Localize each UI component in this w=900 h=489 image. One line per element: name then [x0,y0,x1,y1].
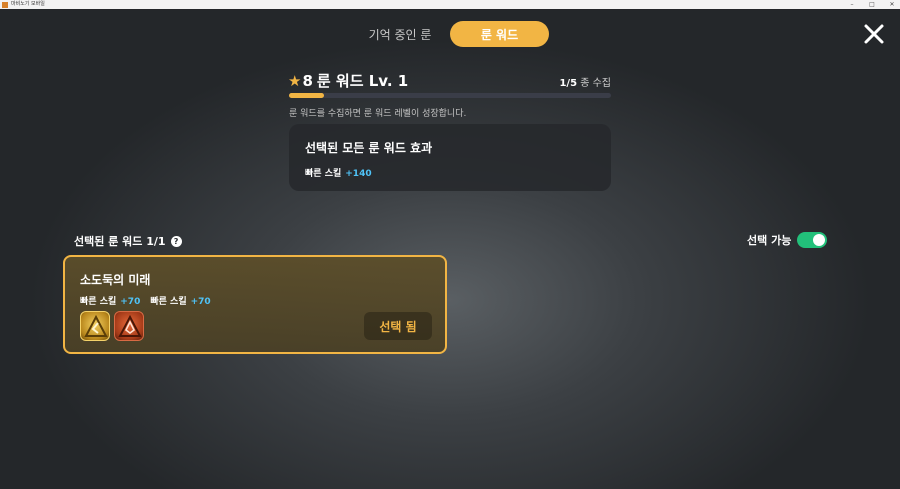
rune-stat-value: +70 [120,297,141,307]
close-button[interactable] [862,22,886,46]
level-hint: 룬 워드를 수집하면 룬 워드 레벨이 성장합니다. [289,109,467,119]
level-progress-bar [289,93,611,98]
selectable-filter: 선택 가능 [747,232,828,248]
selected-effects-panel: 선택된 모든 룬 워드 효과 빠른 스킬 +140 [289,124,611,191]
rune-stat-name: 빠른 스킬 [150,297,187,307]
collect-count-value: 1/5 [559,78,578,89]
minimize-button[interactable]: – [848,0,856,9]
effects-title: 선택된 모든 룬 워드 효과 [305,141,433,155]
rune-word-card[interactable]: 소도둑의 미래 빠른 스킬 +70 빠른 스킬 +70 선택 됨 [63,255,447,354]
rune-word-level-title: ★ 8 룬 워드 Lv. 1 [288,70,408,91]
red-rune-icon[interactable] [114,311,144,341]
rune-word-name: 소도둑의 미래 [80,273,151,287]
toggle-knob [813,234,826,246]
rune-stat-value: +70 [190,297,211,307]
maximize-button[interactable]: □ [868,0,876,9]
close-icon [864,24,884,44]
window-titlebar: 마비노기 모바일 – □ ✕ [0,0,900,9]
help-icon[interactable]: ? [170,235,182,247]
window-close-button[interactable]: ✕ [888,0,896,9]
rune-stat: 빠른 스킬 +70 [80,294,140,307]
star-icon: ★ [288,71,302,90]
effects-stat-name: 빠른 스킬 [305,169,342,179]
selected-header-label: 선택된 룬 워드 1/1 [74,235,166,248]
tab-memorized-runes[interactable]: 기억 중인 룬 [350,21,450,47]
gold-rune-icon[interactable] [80,311,110,341]
collect-count-suffix: 종 수집 [577,78,611,89]
selectable-label: 선택 가능 [747,234,792,247]
selectable-toggle[interactable] [797,232,828,248]
collect-count: 1/5 종 수집 [559,74,611,89]
effects-stat-value: +140 [345,169,372,179]
effects-stat: 빠른 스킬 +140 [305,166,372,179]
tab-bar: 기억 중인 룬 룬 워드 [350,21,549,47]
tab-rune-word[interactable]: 룬 워드 [450,21,549,47]
selected-button[interactable]: 선택 됨 [364,312,432,340]
rune-stat: 빠른 스킬 +70 [150,294,210,307]
level-progress-fill [289,93,325,98]
app-icon [2,1,8,8]
rune-stat-name: 빠른 스킬 [80,297,117,307]
star-count: 8 [302,71,313,90]
rune-word-stats: 빠른 스킬 +70 빠른 스킬 +70 [80,294,211,307]
level-label: 룬 워드 Lv. 1 [316,72,409,90]
selected-rune-word-header: 선택된 룬 워드 1/1 ? [74,233,182,249]
window-title: 마비노기 모바일 [11,1,45,7]
